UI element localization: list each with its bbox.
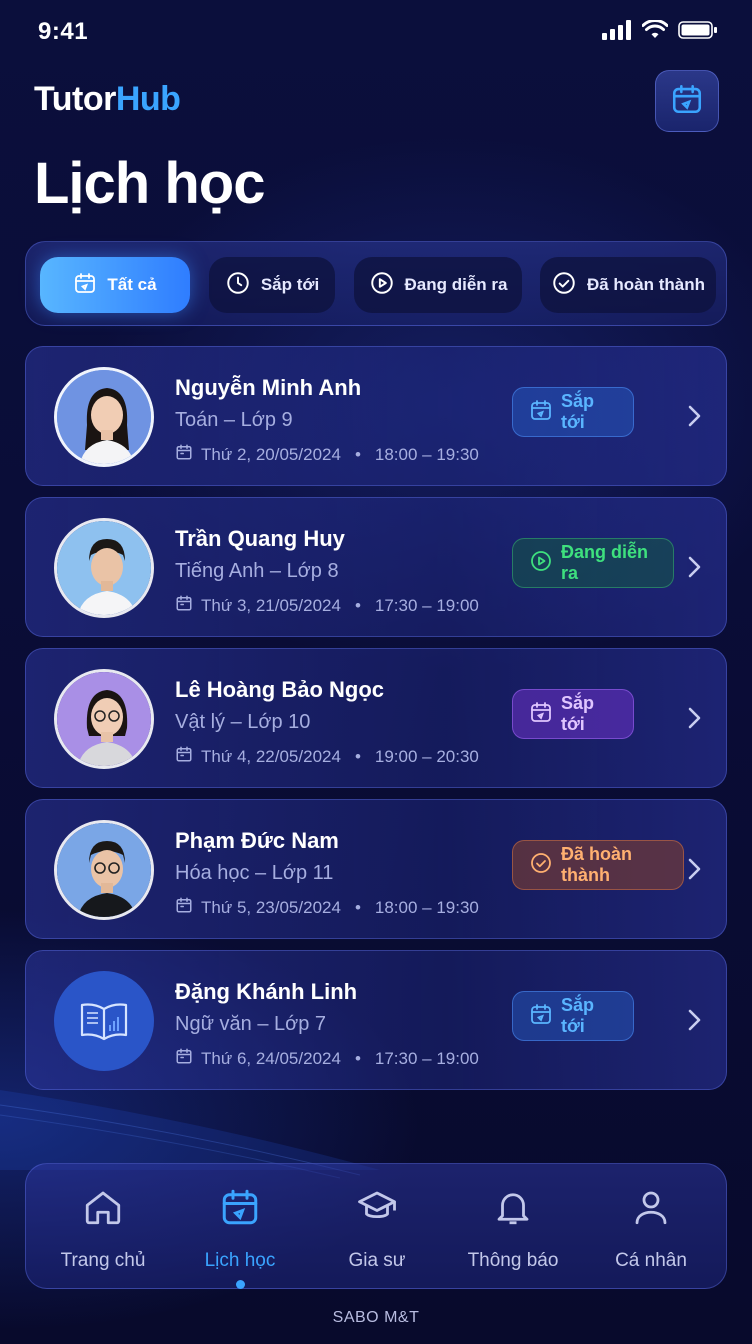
- lesson-subject: Vật lý – Lớp 10: [175, 711, 311, 733]
- avatar: [54, 971, 154, 1071]
- bottom-nav: Trang chủ Lịch học Gia sư Thông báo Cá n…: [25, 1163, 727, 1289]
- nav-item-home[interactable]: Trang chủ: [38, 1184, 168, 1272]
- user-icon: [586, 1184, 716, 1230]
- home-icon: [38, 1184, 168, 1230]
- calendar-small-icon: [175, 745, 193, 768]
- status-badge: Đã hoàn thành: [512, 840, 684, 890]
- lesson-subject: Tiếng Anh – Lớp 8: [175, 560, 339, 582]
- status-badge: Sắp tới: [512, 991, 634, 1041]
- clock-icon: [225, 270, 251, 301]
- tutor-name: Lê Hoàng Bảo Ngọc: [175, 677, 385, 702]
- lesson-card[interactable]: Lê Hoàng Bảo Ngọc Vật lý – Lớp 10 Thứ 4,…: [25, 648, 727, 788]
- avatar: [54, 820, 154, 920]
- lesson-card[interactable]: Trần Quang Huy Tiếng Anh – Lớp 8 Thứ 3, …: [25, 497, 727, 637]
- chevron-right-icon[interactable]: [684, 402, 704, 435]
- chevron-right-icon[interactable]: [684, 704, 704, 737]
- avatar: [54, 669, 154, 769]
- calendar-icon: [670, 82, 704, 121]
- tutor-name: Đặng Khánh Linh: [175, 979, 358, 1004]
- filter-bar: Tất cả Sắp tới Đang diễn ra Đã hoàn thàn…: [25, 241, 727, 326]
- status-time: 9:41: [38, 18, 89, 45]
- bell-icon: [448, 1184, 578, 1230]
- filter-completed[interactable]: Đã hoàn thành: [540, 257, 716, 313]
- check-circle-icon: [529, 851, 553, 880]
- calendar-button[interactable]: [655, 70, 719, 132]
- chevron-right-icon[interactable]: [684, 855, 704, 888]
- open-book-icon: [54, 971, 154, 1071]
- tutor-name: Phạm Đức Nam: [175, 828, 339, 853]
- lesson-schedule: Thứ 4, 22/05/2024 • 19:00 – 20:30: [175, 745, 479, 768]
- lesson-schedule: Thứ 5, 23/05/2024 • 18:00 – 19:30: [175, 896, 479, 919]
- chevron-right-icon[interactable]: [684, 553, 704, 586]
- nav-item-profile[interactable]: Cá nhân: [586, 1184, 716, 1272]
- footer-brand: SABO M&T: [332, 1309, 420, 1326]
- status-icons: [602, 19, 718, 45]
- lesson-card[interactable]: Đặng Khánh Linh Ngữ văn – Lớp 7 Thứ 6, 2…: [25, 950, 727, 1090]
- calendar-small-icon: [175, 1047, 193, 1070]
- lesson-card[interactable]: Phạm Đức Nam Hóa học – Lớp 11 Thứ 5, 23/…: [25, 799, 727, 939]
- lesson-schedule: Thứ 6, 24/05/2024 • 17:30 – 19:00: [175, 1047, 479, 1070]
- filter-in-progress[interactable]: Đang diễn ra: [354, 257, 522, 313]
- calendar-icon: [175, 1184, 305, 1230]
- calendar-icon: [73, 271, 97, 300]
- status-badge: Sắp tới: [512, 689, 634, 739]
- app-logo: TutorHub: [34, 80, 181, 118]
- nav-item-notifications[interactable]: Thông báo: [448, 1184, 578, 1272]
- status-bar: 9:41: [0, 0, 752, 64]
- lesson-card[interactable]: Nguyễn Minh Anh Toán – Lớp 9 Thứ 2, 20/0…: [25, 346, 727, 486]
- active-indicator: [235, 1280, 245, 1289]
- battery-icon: [678, 20, 718, 45]
- avatar: [54, 367, 154, 467]
- calendar-icon: [529, 398, 553, 427]
- filter-upcoming[interactable]: Sắp tới: [209, 257, 335, 313]
- lesson-subject: Ngữ văn – Lớp 7: [175, 1013, 327, 1035]
- signal-icon: [602, 20, 632, 45]
- status-badge: Sắp tới: [512, 387, 634, 437]
- calendar-small-icon: [175, 594, 193, 617]
- play-circle-icon: [369, 270, 395, 301]
- wifi-icon: [641, 19, 669, 45]
- nav-item-tutors[interactable]: Gia sư: [312, 1184, 442, 1272]
- calendar-icon: [529, 1002, 553, 1031]
- lesson-schedule: Thứ 2, 20/05/2024 • 18:00 – 19:30: [175, 443, 479, 466]
- lesson-subject: Toán – Lớp 9: [175, 409, 293, 431]
- page-title: Lịch học: [34, 151, 265, 216]
- tutor-name: Trần Quang Huy: [175, 526, 345, 551]
- nav-item-schedule[interactable]: Lịch học: [175, 1184, 305, 1289]
- tutor-name: Nguyễn Minh Anh: [175, 375, 362, 400]
- play-circle-icon: [529, 549, 553, 578]
- lesson-subject: Hóa học – Lớp 11: [175, 862, 334, 884]
- calendar-small-icon: [175, 443, 193, 466]
- chevron-right-icon[interactable]: [684, 1006, 704, 1039]
- status-badge: Đang diễn ra: [512, 538, 674, 588]
- avatar: [54, 518, 154, 618]
- calendar-small-icon: [175, 896, 193, 919]
- lesson-schedule: Thứ 3, 21/05/2024 • 17:30 – 19:00: [175, 594, 479, 617]
- calendar-icon: [529, 700, 553, 729]
- check-circle-icon: [551, 270, 577, 301]
- graduation-cap-icon: [312, 1184, 442, 1230]
- filter-all[interactable]: Tất cả: [40, 257, 190, 313]
